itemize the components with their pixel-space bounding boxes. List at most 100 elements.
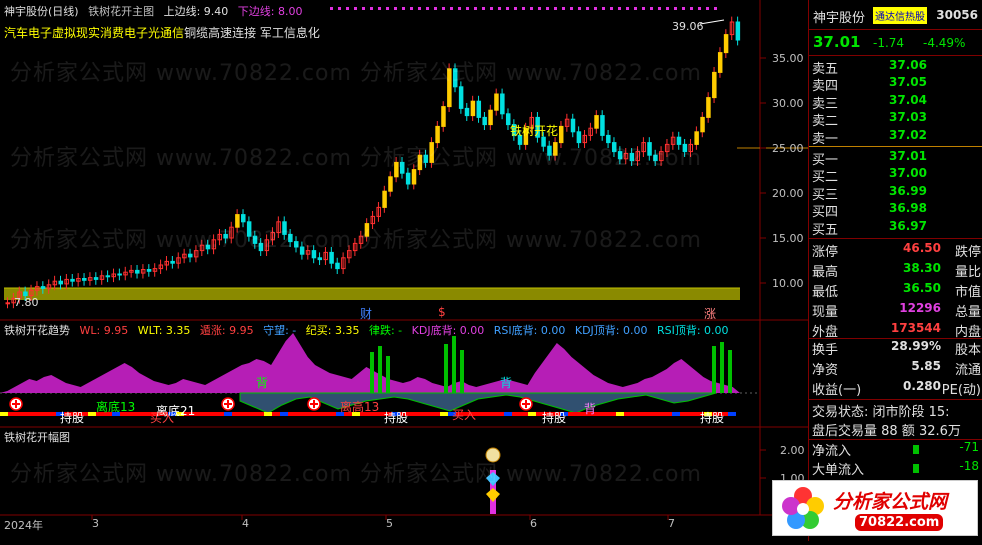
quote-header: 神宇股份 通达信热股 30056 (809, 0, 982, 30)
trend-stripe (680, 412, 688, 416)
candle-body (394, 161, 399, 178)
flow-row: 净流入 -71 (809, 440, 982, 459)
trend-stripe (408, 412, 416, 416)
jimai-value: 纪买: 3.35 (305, 324, 360, 337)
stat-label-right: 流通 (954, 363, 981, 378)
candle-body (329, 251, 334, 264)
candle-body (58, 280, 63, 285)
top-dot (642, 7, 645, 10)
trend-stripe (656, 412, 664, 416)
candle-body (458, 86, 464, 109)
lower-line-label: 下边线: 8.00 (237, 5, 303, 18)
candle-body (470, 100, 476, 117)
chart-area[interactable]: 35.00 30.00 25.00 20.00 15.00 10.00 2.00 1.00 … (0, 0, 808, 541)
stock-terminal: 35.00 30.00 25.00 20.00 15.00 10.00 2.00 1.00 … (0, 0, 982, 541)
bid-price: 36.99 (889, 183, 927, 198)
dollar-marker[interactable]: $ (438, 305, 446, 319)
trend-stripe (672, 412, 680, 416)
signal-label: 背 (256, 376, 269, 390)
time-label: 2024年 (4, 519, 43, 532)
top-dot (666, 7, 669, 10)
bid-price: 36.97 (889, 218, 927, 233)
trend-stripe (88, 412, 96, 416)
zuizhang-value: 遁涨: 9.95 (199, 324, 254, 337)
candle-body (447, 68, 452, 108)
chart-canvas[interactable]: 35.0030.0025.0020.0015.0010.00 2.001.00 (0, 0, 808, 541)
kdj-top-div: KDJ顶背: 0.00 (574, 324, 648, 337)
candle-body (482, 116, 487, 126)
top-dot (618, 7, 621, 10)
trend-stripe (576, 412, 584, 416)
candle-body (93, 277, 99, 280)
trend-stripe (248, 412, 256, 416)
time-label: 5 (386, 517, 393, 530)
bid-row: 买三 36.99 (809, 183, 982, 203)
trend-stripe (240, 412, 248, 416)
bid-row: 买四 36.98 (809, 201, 982, 220)
bid-label: 买二 (812, 170, 839, 186)
flow-row: 大单流入 -18 (809, 459, 982, 478)
trend-stripe (432, 412, 440, 416)
stat-label: 最低 (812, 285, 839, 300)
candle-body (606, 134, 611, 144)
trend-stripe (328, 412, 336, 416)
finance-marker[interactable]: 财 (360, 305, 372, 322)
stat-label-right: 总量 (954, 305, 981, 320)
ask-row: 卖三 37.04 (809, 92, 982, 112)
candle-body (205, 244, 211, 250)
stock-name[interactable]: 神宇股份 (813, 7, 865, 26)
candle-body (417, 154, 423, 171)
wl-value: WL: 9.95 (79, 324, 129, 337)
ask-row: 卖四 37.05 (809, 75, 982, 94)
trend-panel-name[interactable]: 铁树开花趋势 (4, 324, 70, 337)
stat-value: 38.30 (903, 261, 941, 275)
candle-body (423, 154, 429, 163)
after-hours-volume: 盘后交易量 88 额 32.6万 (812, 424, 961, 439)
high-price-marker: 39.06 (672, 20, 704, 33)
trend-stripe (48, 412, 56, 416)
price-tick-label: 10.00 (772, 277, 804, 290)
main-chart-header: 神宇股份(日线) 铁树花开主图 上边线: 9.40 下边线: 8.00 (4, 3, 309, 19)
price-line: 37.01 -1.74 -4.49% (813, 33, 979, 53)
top-dot (418, 7, 421, 10)
candle-body (735, 21, 741, 41)
upper-line-label: 上边线: 9.40 (163, 5, 229, 18)
trend-stripe (136, 412, 144, 416)
candle-body (494, 93, 499, 111)
signal-bar (460, 350, 464, 393)
trend-stripe (504, 412, 512, 416)
trend-panel-header: 铁树开花趋势 WL: 9.95 WLT: 3.35 遁涨: 9.95 守望: -… (4, 322, 735, 338)
candle-body (146, 269, 152, 272)
time-label: 7 (668, 517, 675, 530)
ask-row: 卖一 37.02 (809, 128, 982, 147)
top-dot (602, 7, 605, 10)
top-dot (506, 7, 509, 10)
stat-value: 0.280 (903, 379, 941, 393)
candle-body (570, 118, 576, 133)
indicator-name[interactable]: 铁树花开主图 (88, 5, 154, 18)
candle-body (82, 278, 87, 281)
limit-up-marker[interactable]: 涨 (704, 305, 716, 322)
stat-label: 净资 (812, 363, 839, 378)
trend-stripe (216, 412, 224, 416)
signal-bar (370, 352, 374, 393)
bloom-axis-label: 2.00 (780, 444, 805, 457)
ask-price: 37.04 (889, 92, 927, 107)
ask-label: 卖三 (812, 96, 839, 112)
ask-price: 37.06 (889, 58, 927, 72)
bloom-panel-name[interactable]: 铁树花开幅图 (4, 429, 70, 445)
price-tick-label: 15.00 (772, 232, 804, 245)
flow-value: -71 (959, 440, 979, 454)
candle-body (576, 131, 582, 144)
last-price: 37.01 (813, 33, 861, 51)
top-dot (610, 7, 613, 10)
top-dot (354, 7, 357, 10)
top-dot (586, 7, 589, 10)
candle-body (429, 142, 434, 163)
money-bag-icon (485, 447, 501, 463)
trade-info: 交易状态: 闭市阶段 15: 盘后交易量 88 额 32.6万 (809, 401, 982, 439)
candle-body (558, 125, 564, 144)
price-tick-label: 35.00 (772, 52, 804, 65)
hot-stock-tag[interactable]: 通达信热股 (873, 7, 927, 24)
top-dot (570, 7, 573, 10)
